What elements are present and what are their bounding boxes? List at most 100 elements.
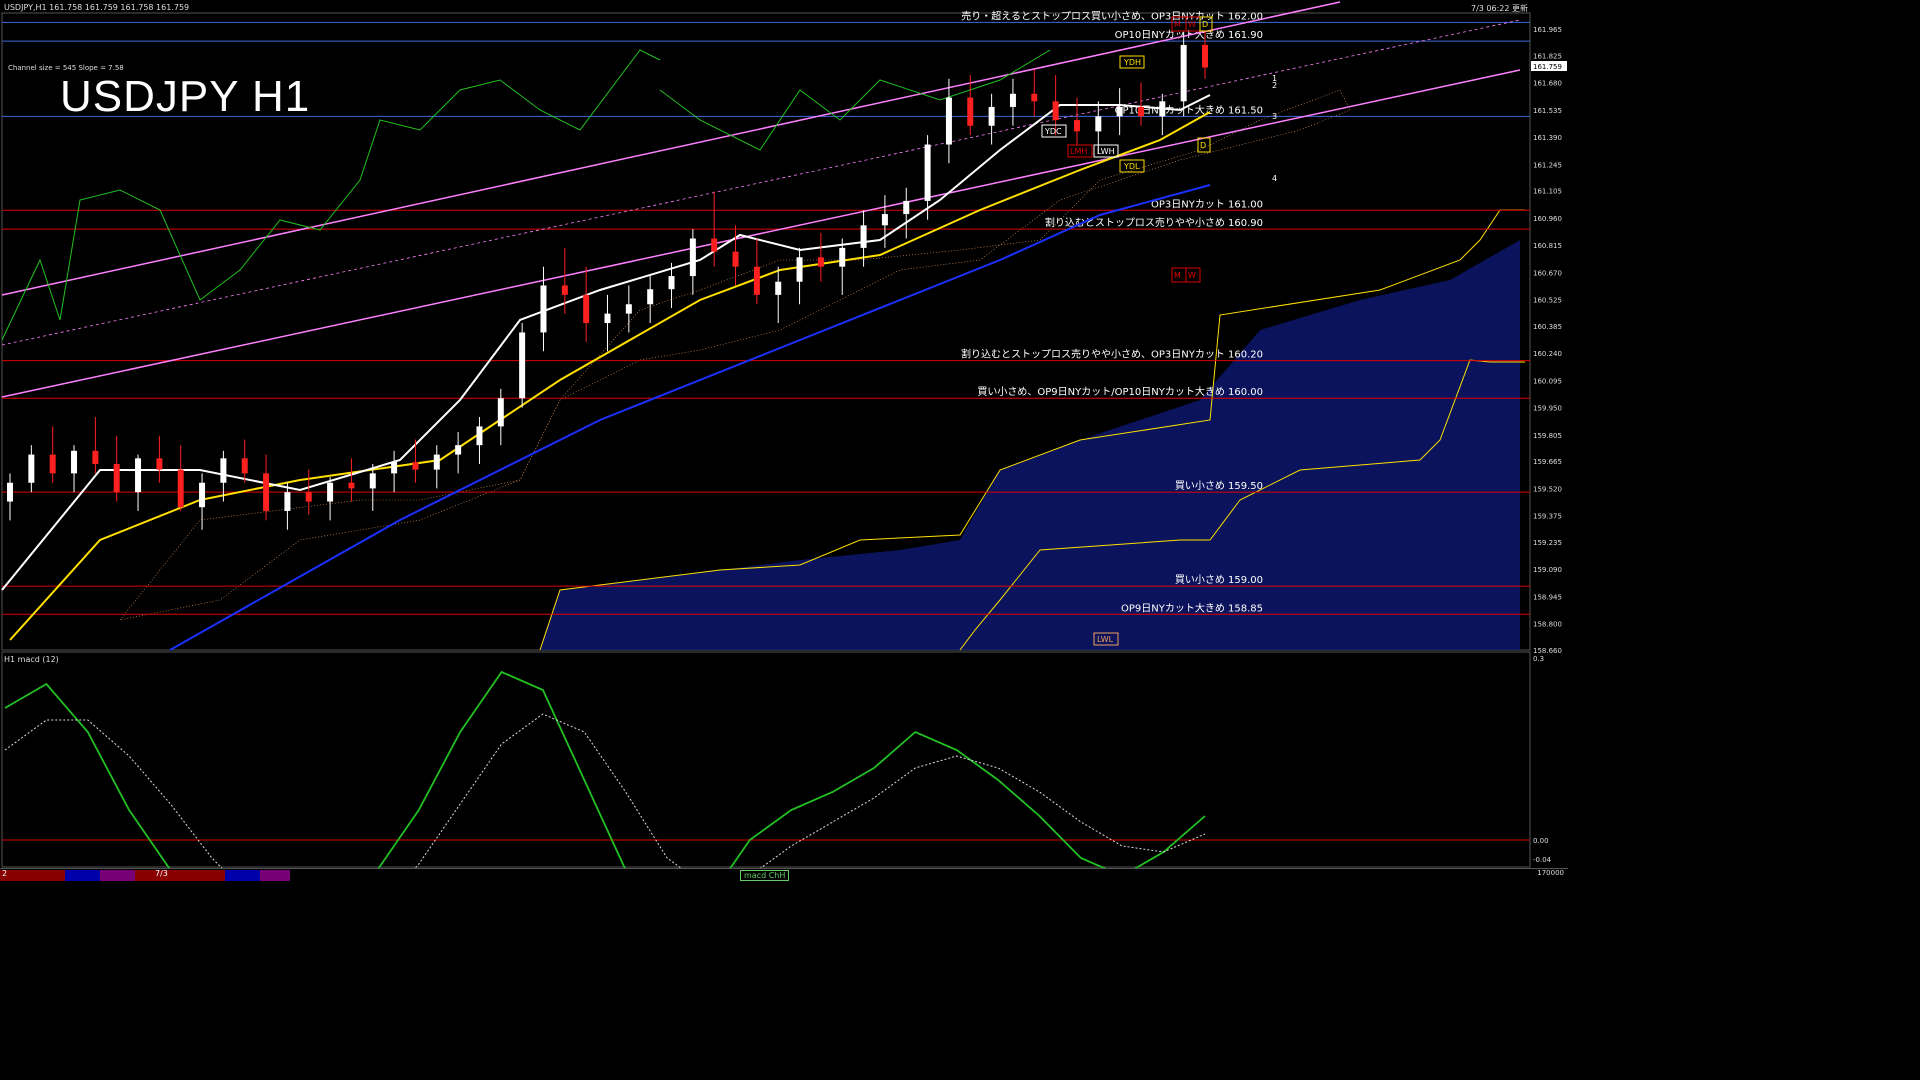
candle-body	[604, 313, 611, 324]
level-label: 買い小さめ、OP9日NYカット/OP10日NYカット大きめ 160.00	[977, 385, 1263, 398]
bottom-right-label: 170000	[1537, 869, 1564, 877]
candle-body	[1073, 120, 1080, 132]
price-tick-label: 161.105	[1533, 188, 1562, 196]
svg-text:W: W	[1188, 20, 1196, 29]
candle-body	[156, 458, 163, 470]
channel-info: Channel size = 545 Slope = 7.58	[8, 64, 124, 72]
candle-body	[7, 482, 13, 502]
update-time: 7/3 06:22 更新	[1470, 4, 1528, 13]
macd-tick-zero: 0.00	[1533, 837, 1549, 845]
price-tick-label: 159.375	[1533, 513, 1562, 521]
price-tick-label: 159.090	[1533, 566, 1562, 574]
level-label: 買い小さめ 159.50	[1175, 480, 1263, 492]
level-label: OP9日NYカット大きめ 158.85	[1121, 601, 1263, 614]
candle-body	[135, 458, 142, 493]
candle-body	[1052, 101, 1059, 121]
channel-num-2: 2	[1272, 81, 1277, 90]
macd-tick-bottom: -0.04	[1533, 856, 1552, 864]
price-tick-label: 159.950	[1533, 405, 1562, 413]
svg-text:LWH: LWH	[1097, 147, 1115, 156]
marker-mw-mid: MW	[1171, 267, 1201, 283]
price-tick-label: 159.665	[1533, 458, 1562, 466]
svg-text:M: M	[1174, 271, 1181, 280]
channel-num-3: 3	[1272, 112, 1277, 121]
candle-body	[305, 492, 312, 502]
price-tick-label: 160.960	[1533, 215, 1562, 223]
level-label: 割り込むとストップロス売りやや小さめ、OP3日NYカット 160.20	[961, 348, 1263, 361]
candle-body	[1116, 106, 1123, 117]
price-tick-label: 159.520	[1533, 485, 1562, 493]
svg-text:D: D	[1202, 20, 1208, 29]
marker-ydh: YDH	[1119, 55, 1145, 69]
price-tick-label: 160.525	[1533, 297, 1562, 305]
candle-body	[945, 97, 952, 145]
price-tick-label: 161.390	[1533, 134, 1562, 142]
candle-body	[412, 462, 419, 470]
macd-tick-top: 0.3	[1533, 655, 1544, 663]
level-label: 買い小さめ 159.00	[1175, 574, 1263, 586]
svg-text:YDC: YDC	[1044, 127, 1062, 136]
candle-body	[49, 454, 56, 474]
candle-body	[241, 458, 248, 474]
price-tick-label: 161.965	[1533, 26, 1562, 34]
price-tick-label: 159.805	[1533, 432, 1562, 440]
svg-text:LMH: LMH	[1070, 147, 1087, 156]
price-tick-label: 161.825	[1533, 52, 1562, 60]
price-tick-label: 160.095	[1533, 377, 1562, 385]
bottom-left-label: 2	[2, 869, 8, 878]
channel-num-4: 4	[1272, 174, 1277, 183]
bottom-color-strip	[0, 870, 290, 881]
candle-body	[497, 398, 504, 427]
candle-body	[455, 445, 462, 455]
candle-body	[199, 482, 206, 508]
candle-body	[1202, 44, 1208, 68]
candle-body	[28, 454, 35, 483]
candle-body	[519, 332, 526, 399]
candle-body	[263, 473, 270, 511]
candle-body	[583, 294, 590, 324]
symbol-info: USDJPY,H1 161.758 161.759 161.758 161.75…	[4, 3, 190, 12]
candle-body	[753, 266, 760, 295]
candle-body	[92, 450, 99, 464]
candle-body	[988, 106, 995, 126]
candle-body	[689, 238, 696, 277]
chart-title: USDJPY H1	[60, 72, 311, 121]
candle-body	[796, 257, 803, 282]
candle-body	[433, 454, 440, 470]
candle-body	[668, 276, 675, 290]
price-tick-label: 160.815	[1533, 242, 1562, 250]
macd-label: H1 macd (12)	[4, 655, 59, 664]
price-tick-label: 158.800	[1533, 621, 1562, 629]
candle-body	[1031, 93, 1038, 102]
svg-text:D: D	[1200, 141, 1206, 150]
indicator-tab[interactable]: macd ChH	[740, 870, 790, 881]
price-tick-label: 161.680	[1533, 80, 1562, 88]
price-tick-label: 158.945	[1533, 593, 1562, 601]
svg-text:YDL: YDL	[1123, 162, 1140, 171]
bottom-date-label: 7/3	[155, 869, 168, 878]
svg-text:M: M	[1174, 20, 1181, 29]
candle-body	[924, 144, 931, 201]
candle-body	[113, 463, 120, 493]
price-tick-label: 161.245	[1533, 161, 1562, 169]
marker-lwh: LWH	[1093, 144, 1119, 158]
level-label: 売り・超えるとストップロス買い小さめ、OP3日NYカット 162.00	[961, 9, 1263, 22]
price-tick-label: 160.670	[1533, 269, 1562, 277]
marker-mw-top: MWD	[1171, 16, 1213, 32]
chart-canvas: 売り・超えるとストップロス買い小さめ、OP3日NYカット 162.00OP10日…	[1, 1, 1567, 882]
svg-text:YDH: YDH	[1123, 58, 1141, 67]
candle-body	[839, 247, 846, 267]
candle-body	[817, 257, 824, 267]
candle-body	[71, 450, 78, 474]
candle-body	[860, 225, 867, 248]
candle-body	[220, 458, 227, 483]
level-label: OP3日NYカット 161.00	[1151, 198, 1263, 210]
price-tick-label: 160.385	[1533, 323, 1562, 331]
macd-pane	[1, 651, 1531, 868]
price-tick-label: 161.535	[1533, 107, 1562, 115]
candle-body	[540, 285, 547, 333]
candle-body	[903, 200, 910, 215]
svg-text:LWL: LWL	[1097, 635, 1114, 644]
level-label: 割り込むとストップロス売りやや小さめ 160.90	[1045, 216, 1263, 229]
candle-body	[711, 238, 718, 252]
